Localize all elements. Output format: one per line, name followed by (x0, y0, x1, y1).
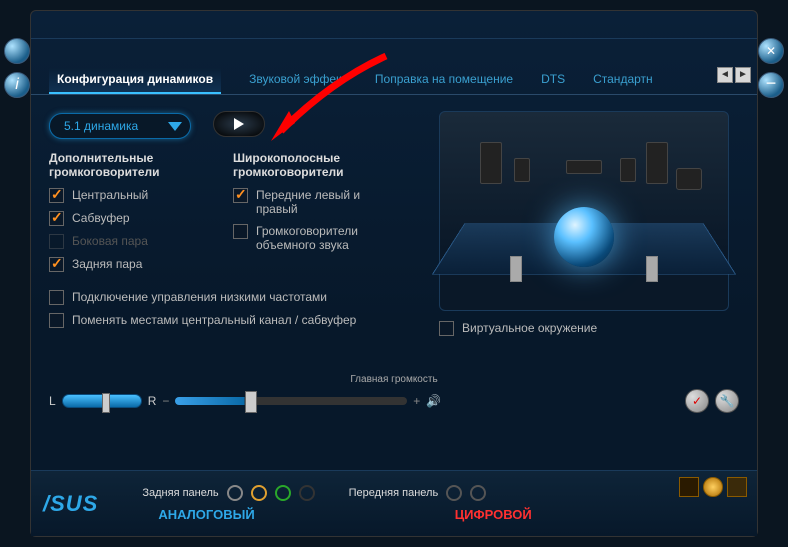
bottom-panel: /SUS Задняя панель Передняя панель АНАЛО… (31, 470, 757, 536)
window-titlebar (31, 11, 757, 39)
label-subwoofer: Сабвуфер (72, 211, 130, 225)
viz-speaker-center[interactable] (566, 160, 602, 174)
viz-speaker-sl[interactable] (514, 158, 530, 182)
check-icon: ✓ (692, 394, 702, 408)
info-orb[interactable]: i (4, 72, 30, 98)
label-bass-management: Подключение управления низкими частотами (72, 290, 327, 304)
viz-speaker-sr[interactable] (620, 158, 636, 182)
label-center: Центральный (72, 188, 148, 202)
viz-speaker-fl[interactable] (480, 142, 502, 184)
label-virtual-surround: Виртуальное окружение (462, 321, 597, 335)
device-icon-1[interactable] (679, 477, 699, 497)
asus-logo: /SUS (43, 491, 98, 517)
fullrange-speakers-heading: Широкополосные громкоговорители (233, 151, 403, 180)
checkbox-rear-pair[interactable] (49, 257, 64, 272)
wrench-icon: 🔧 (720, 394, 735, 408)
viz-speaker-rl[interactable] (510, 256, 522, 282)
jack-rear-grey[interactable] (227, 485, 243, 501)
rear-panel-label: Задняя панель (142, 487, 218, 499)
main-volume-slider[interactable] (175, 397, 407, 405)
checkbox-subwoofer[interactable] (49, 211, 64, 226)
front-panel-label: Передняя панель (349, 487, 439, 499)
minimize-orb[interactable]: − (758, 72, 784, 98)
jack-front-1[interactable] (446, 485, 462, 501)
tab-dts[interactable]: DTS (541, 72, 565, 94)
tab-speaker-config[interactable]: Конфигурация динамиков (49, 68, 221, 94)
close-orb[interactable]: ✕ (758, 38, 784, 64)
dropdown-value: 5.1 динамика (64, 119, 138, 133)
checkbox-virtual-surround[interactable] (439, 321, 454, 336)
listener-orb-icon (554, 207, 614, 267)
checkbox-front-lr[interactable] (233, 188, 248, 203)
tab-bar: Конфигурация динамиков Звуковой эффект П… (31, 39, 757, 95)
checkbox-side-pair (49, 234, 64, 249)
chevron-down-icon (168, 122, 182, 131)
play-icon (234, 118, 244, 130)
tab-room-correction[interactable]: Поправка на помещение (375, 72, 513, 94)
tab-sound-effect[interactable]: Звуковой эффект (249, 72, 347, 94)
analog-mode-label[interactable]: АНАЛОГОВЫЙ (158, 507, 254, 522)
checkbox-swap-center-sub[interactable] (49, 313, 64, 328)
speaker-icon[interactable]: 🔊 (426, 394, 441, 408)
label-side-pair: Боковая пара (72, 234, 148, 248)
volume-minus-icon[interactable]: − (162, 394, 169, 408)
viz-speaker-sub[interactable] (676, 168, 702, 190)
tab-next-button[interactable]: ► (735, 67, 751, 83)
main-volume-label: Главная громкость (49, 374, 739, 385)
label-swap-center-sub: Поменять местами центральный канал / саб… (72, 313, 356, 327)
label-front-lr: Передние левый и правый (256, 188, 403, 216)
balance-l-label: L (49, 394, 56, 408)
main-panel: Конфигурация динамиков Звуковой эффект П… (30, 10, 758, 537)
digital-mode-label[interactable]: ЦИФРОВОЙ (455, 507, 532, 522)
device-icon-2[interactable] (703, 477, 723, 497)
label-rear-pair: Задняя пара (72, 257, 142, 271)
play-test-button[interactable] (213, 111, 265, 137)
viz-speaker-fr[interactable] (646, 142, 668, 184)
settings-orb[interactable] (4, 38, 30, 64)
extra-speakers-heading: Дополнительные громкоговорители (49, 151, 209, 180)
apply-button[interactable]: ✓ (685, 389, 709, 413)
checkbox-center[interactable] (49, 188, 64, 203)
label-surround: Громкоговорители объемного звука (256, 224, 403, 252)
balance-r-label: R (148, 394, 157, 408)
jack-rear-black[interactable] (299, 485, 315, 501)
viz-speaker-rr[interactable] (646, 256, 658, 282)
checkbox-bass-management[interactable] (49, 290, 64, 305)
jack-front-2[interactable] (470, 485, 486, 501)
tab-default[interactable]: Стандартн (593, 72, 653, 94)
jack-rear-green[interactable] (275, 485, 291, 501)
checkbox-surround[interactable] (233, 224, 248, 239)
speaker-config-dropdown[interactable]: 5.1 динамика (49, 113, 191, 139)
device-icon-3[interactable] (727, 477, 747, 497)
tool-button[interactable]: 🔧 (715, 389, 739, 413)
balance-slider[interactable] (62, 394, 142, 408)
volume-plus-icon[interactable]: + (413, 394, 420, 408)
tab-prev-button[interactable]: ◄ (717, 67, 733, 83)
jack-rear-orange[interactable] (251, 485, 267, 501)
speaker-layout-visualization (439, 111, 729, 311)
